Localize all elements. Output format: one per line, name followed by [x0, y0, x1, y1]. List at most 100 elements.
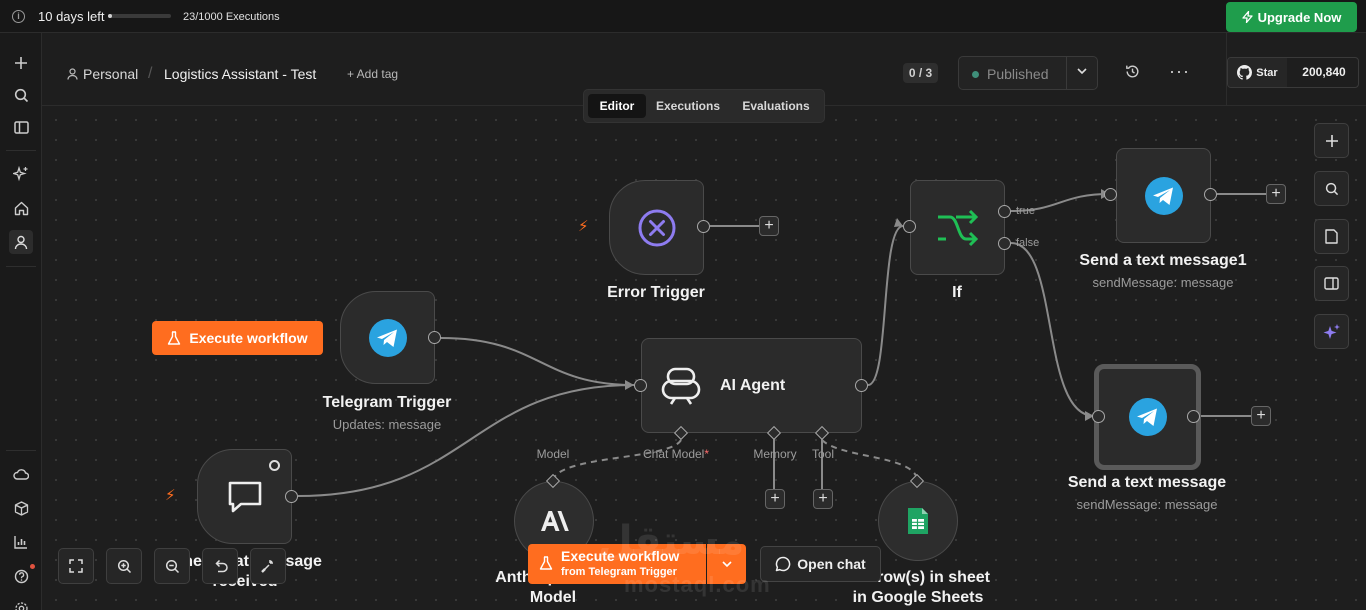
node-title: If	[952, 284, 962, 301]
ai-agent-node[interactable]: AI Agent	[641, 338, 862, 433]
executions-count: 23/1000 Executions	[183, 11, 280, 23]
user-icon	[67, 67, 78, 85]
tool-label: Tool	[811, 447, 835, 461]
bolt-icon	[1241, 11, 1253, 23]
open-chat-button[interactable]: Open chat	[760, 546, 881, 582]
node-title: AI Agent	[720, 377, 786, 394]
node-title: Telegram Trigger	[322, 394, 452, 411]
panel-toggle-icon[interactable]	[1314, 266, 1349, 301]
trigger-bolt-icon: ⚡	[578, 218, 589, 235]
telegram-icon	[368, 318, 407, 357]
fit-view-icon[interactable]	[58, 548, 94, 584]
node-subtitle: sendMessage: message	[1092, 275, 1234, 290]
undo-icon[interactable]	[202, 548, 238, 584]
node-title: Error Trigger	[607, 284, 705, 301]
telegram-icon	[1128, 398, 1167, 436]
add-node-icon[interactable]	[1314, 123, 1349, 158]
github-star-widget[interactable]: Star 200,840	[1227, 57, 1359, 88]
breadcrumb-separator: /	[148, 65, 153, 82]
true-label: true	[1016, 205, 1035, 217]
output-port[interactable]	[428, 331, 441, 344]
sparkle-icon[interactable]	[9, 162, 33, 186]
github-star-label: Star	[1256, 66, 1278, 79]
executions-progress-fill	[108, 14, 112, 18]
sidebar-toggle-icon[interactable]	[9, 115, 33, 139]
sticky-note-icon[interactable]	[1314, 219, 1349, 254]
node-title: When chat message	[168, 553, 322, 570]
tab-evaluations[interactable]: Evaluations	[732, 94, 820, 118]
output-port[interactable]	[1204, 188, 1217, 201]
more-options-icon[interactable]: ···	[1169, 61, 1190, 82]
add-node-button[interactable]: +	[1266, 184, 1286, 204]
send-message-node[interactable]	[1094, 364, 1201, 470]
publish-control[interactable]: Published	[958, 56, 1098, 90]
add-memory-button[interactable]: +	[765, 489, 785, 509]
error-trigger-node[interactable]	[609, 180, 704, 275]
upgrade-label: Upgrade Now	[1257, 9, 1342, 25]
open-chat-label: Open chat	[797, 556, 866, 572]
search-icon[interactable]	[9, 83, 33, 107]
node-subtitle: Updates: message	[332, 417, 442, 432]
add-tool-button[interactable]: +	[813, 489, 833, 509]
evaluations-counter: 0 / 3	[903, 63, 938, 83]
breadcrumb-project[interactable]: Personal	[83, 66, 138, 82]
true-output-port[interactable]	[998, 205, 1011, 218]
upgrade-now-button[interactable]: Upgrade Now	[1226, 2, 1357, 32]
github-star-button[interactable]: Star	[1228, 58, 1287, 87]
insights-icon[interactable]	[9, 530, 33, 554]
user-icon[interactable]	[9, 230, 33, 254]
input-port[interactable]	[1104, 188, 1117, 201]
node-title: Send a text message1	[1079, 252, 1247, 269]
watermark-url: mostaql.com	[624, 572, 771, 597]
chat-status-icon	[269, 460, 280, 471]
output-port[interactable]	[285, 490, 298, 503]
chat-icon	[776, 556, 791, 572]
output-port[interactable]	[1187, 410, 1200, 423]
input-port[interactable]	[634, 379, 647, 392]
execute-workflow-button[interactable]: Execute workflow	[152, 321, 323, 355]
cloud-icon[interactable]	[9, 462, 33, 486]
telegram-icon	[1144, 176, 1183, 215]
status-dot	[972, 71, 979, 78]
false-output-port[interactable]	[998, 237, 1011, 250]
output-port[interactable]	[855, 379, 868, 392]
add-tag-button[interactable]: + Add tag	[347, 67, 398, 81]
home-icon[interactable]	[9, 196, 33, 220]
rail-divider	[6, 450, 36, 451]
flask-icon	[539, 556, 553, 570]
anthropic-icon	[541, 511, 569, 531]
trial-banner: i 10 days left 23/1000 Executions Upgrad…	[0, 0, 1366, 33]
input-port[interactable]	[1092, 410, 1105, 423]
zoom-out-icon[interactable]	[154, 548, 190, 584]
search-icon[interactable]	[1314, 171, 1349, 206]
chevron-down-icon[interactable]	[1075, 64, 1089, 83]
google-sheets-icon	[908, 508, 928, 534]
flask-icon	[168, 330, 181, 345]
add-node-button[interactable]: +	[1251, 406, 1271, 426]
chat-model-label: Chat Model*	[642, 447, 710, 461]
false-label: false	[1016, 237, 1040, 249]
zoom-in-icon[interactable]	[106, 548, 142, 584]
workflow-name[interactable]: Logistics Assistant - Test	[164, 66, 316, 82]
add-node-button[interactable]: +	[759, 216, 779, 236]
ai-assistant-icon[interactable]	[1314, 314, 1349, 349]
tab-editor[interactable]: Editor	[588, 94, 646, 118]
github-icon	[1237, 65, 1253, 80]
tidy-up-icon[interactable]	[250, 548, 286, 584]
rail-divider	[6, 150, 36, 151]
package-icon[interactable]	[9, 496, 33, 520]
node-title-line2: Model	[529, 589, 577, 606]
telegram-trigger-node[interactable]	[340, 291, 435, 384]
send-message1-node[interactable]	[1116, 148, 1211, 243]
published-label[interactable]: Published	[987, 66, 1049, 82]
google-sheets-node[interactable]	[878, 481, 958, 561]
input-port[interactable]	[903, 220, 916, 233]
output-port[interactable]	[697, 220, 710, 233]
history-icon[interactable]	[1125, 64, 1140, 84]
tab-executions[interactable]: Executions	[648, 94, 728, 118]
add-icon[interactable]	[9, 51, 33, 75]
if-node[interactable]	[910, 180, 1005, 275]
settings-icon[interactable]	[9, 596, 33, 610]
model-label: Model	[536, 447, 570, 461]
executions-progress-bar	[108, 14, 171, 18]
